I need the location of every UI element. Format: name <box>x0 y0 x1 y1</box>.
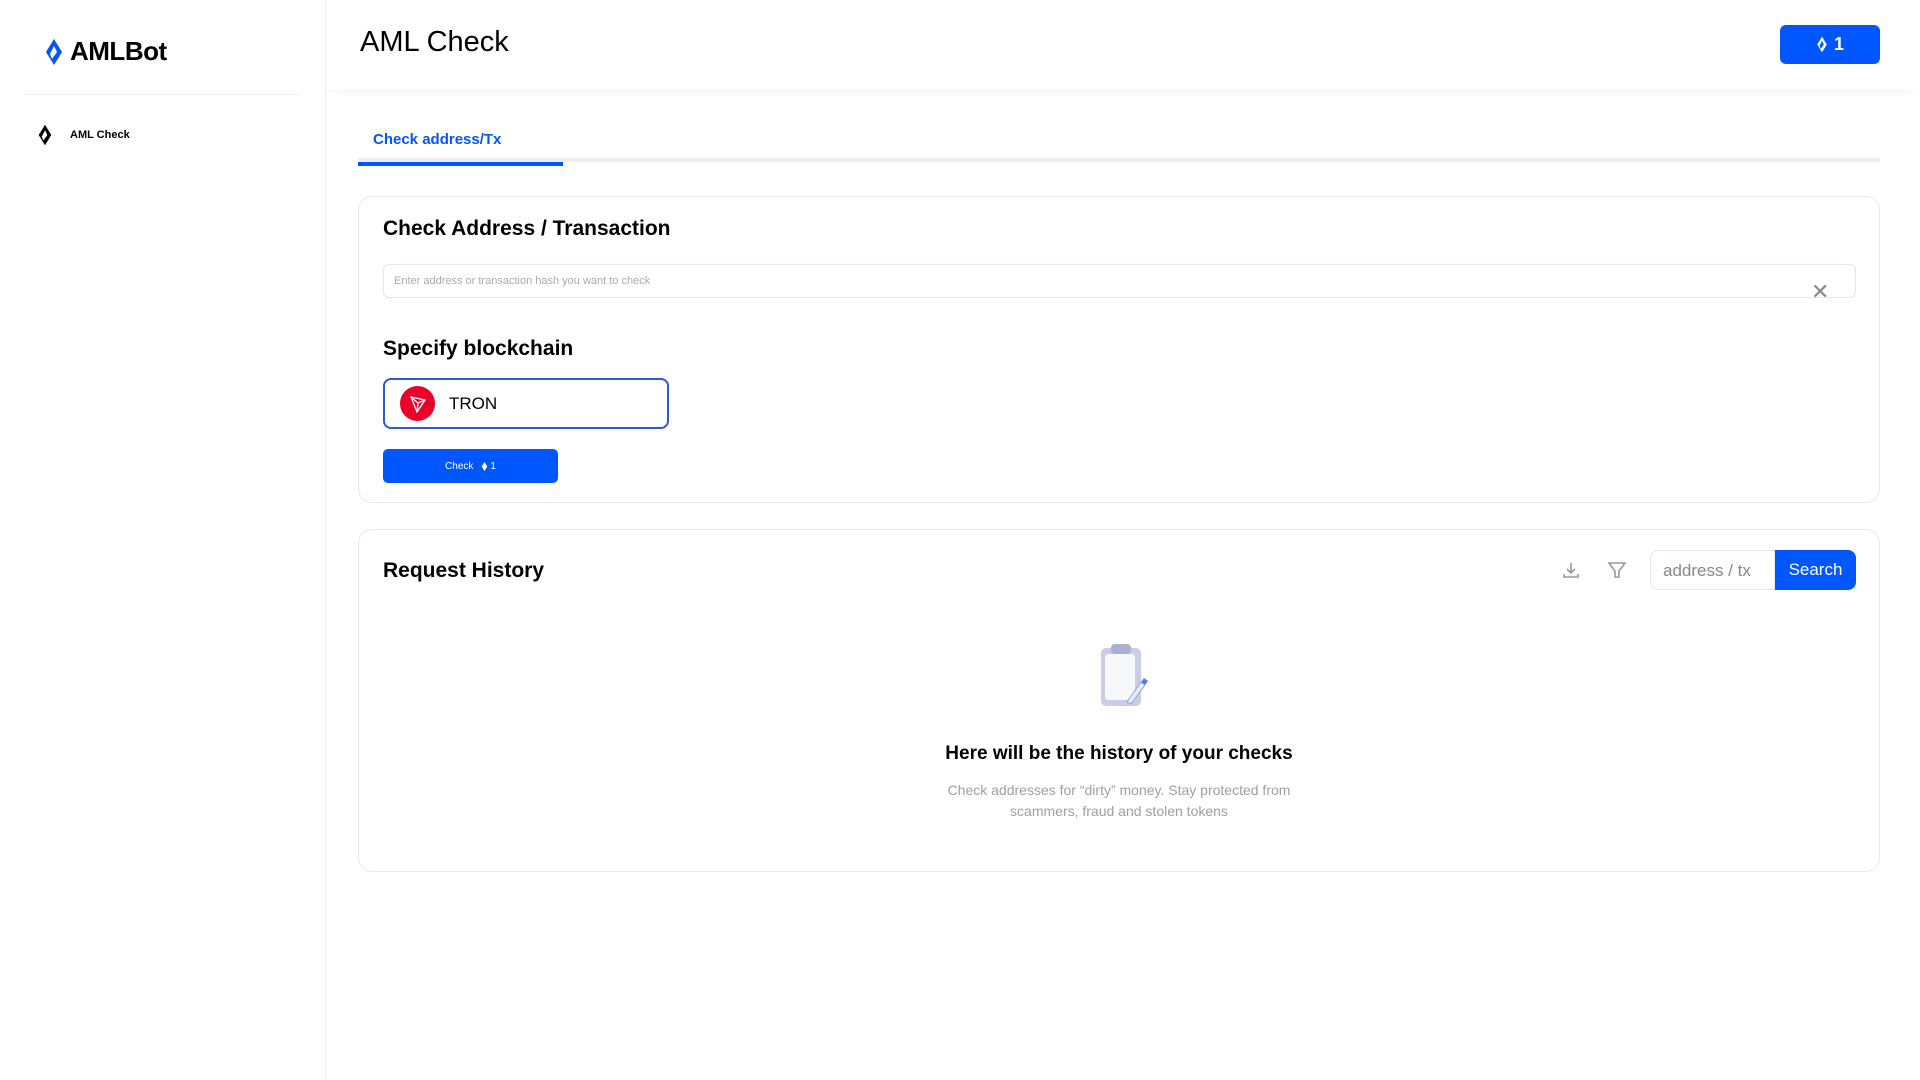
header: AML Check 1 <box>327 0 1920 90</box>
credits-count: 1 <box>1833 34 1844 54</box>
check-label: Check <box>445 460 474 472</box>
history-search-input[interactable]: address / tx <box>1650 550 1775 590</box>
empty-state-description: Check addresses for “dirty” money. Stay … <box>359 780 1879 822</box>
check-card-title: Check Address / Transaction <box>383 217 671 240</box>
search-button[interactable]: Search <box>1775 550 1856 590</box>
divider <box>24 94 301 95</box>
sidebar-item-label: AML Check <box>70 129 130 141</box>
sidebar: AMLBot AML Check <box>0 0 326 1080</box>
logo[interactable]: AMLBot <box>44 36 167 67</box>
download-icon[interactable] <box>1561 560 1581 580</box>
check-cost: 1 <box>490 460 496 472</box>
tron-icon <box>400 386 435 421</box>
sidebar-item-aml-check[interactable]: AML Check <box>36 124 130 146</box>
credit-icon <box>482 461 488 471</box>
history-title: Request History <box>383 559 545 582</box>
address-input[interactable]: Enter address or transaction hash you wa… <box>383 264 1856 298</box>
empty-line-2: scammers, fraud and stolen tokens <box>1010 803 1228 819</box>
check-card: Check Address / Transaction Enter addres… <box>358 196 1880 503</box>
tab-check-address[interactable]: Check address/Tx <box>358 122 563 166</box>
blockchain-title: Specify blockchain <box>383 337 574 360</box>
chain-option-tron[interactable]: TRON <box>383 378 669 429</box>
empty-state-title: Here will be the history of your checks <box>945 743 1293 764</box>
check-button[interactable]: Check 1 <box>383 449 558 483</box>
credit-icon <box>1817 36 1827 53</box>
brand-name: AMLBot <box>70 36 167 66</box>
page-title: AML Check <box>360 26 509 58</box>
history-card: Request History address / tx Search Here… <box>358 529 1880 872</box>
empty-line-1: Check addresses for “dirty” money. Stay … <box>947 782 1291 798</box>
tab-bar: Check address/Tx <box>358 122 1880 166</box>
amlbot-logo-icon <box>46 38 62 65</box>
aml-check-icon <box>38 124 52 146</box>
clear-icon[interactable]: ✕ <box>1811 281 1829 303</box>
clipboard-icon <box>1101 644 1148 706</box>
credits-button[interactable]: 1 <box>1780 25 1880 64</box>
chain-label: TRON <box>449 393 498 413</box>
filter-icon[interactable] <box>1607 560 1627 580</box>
